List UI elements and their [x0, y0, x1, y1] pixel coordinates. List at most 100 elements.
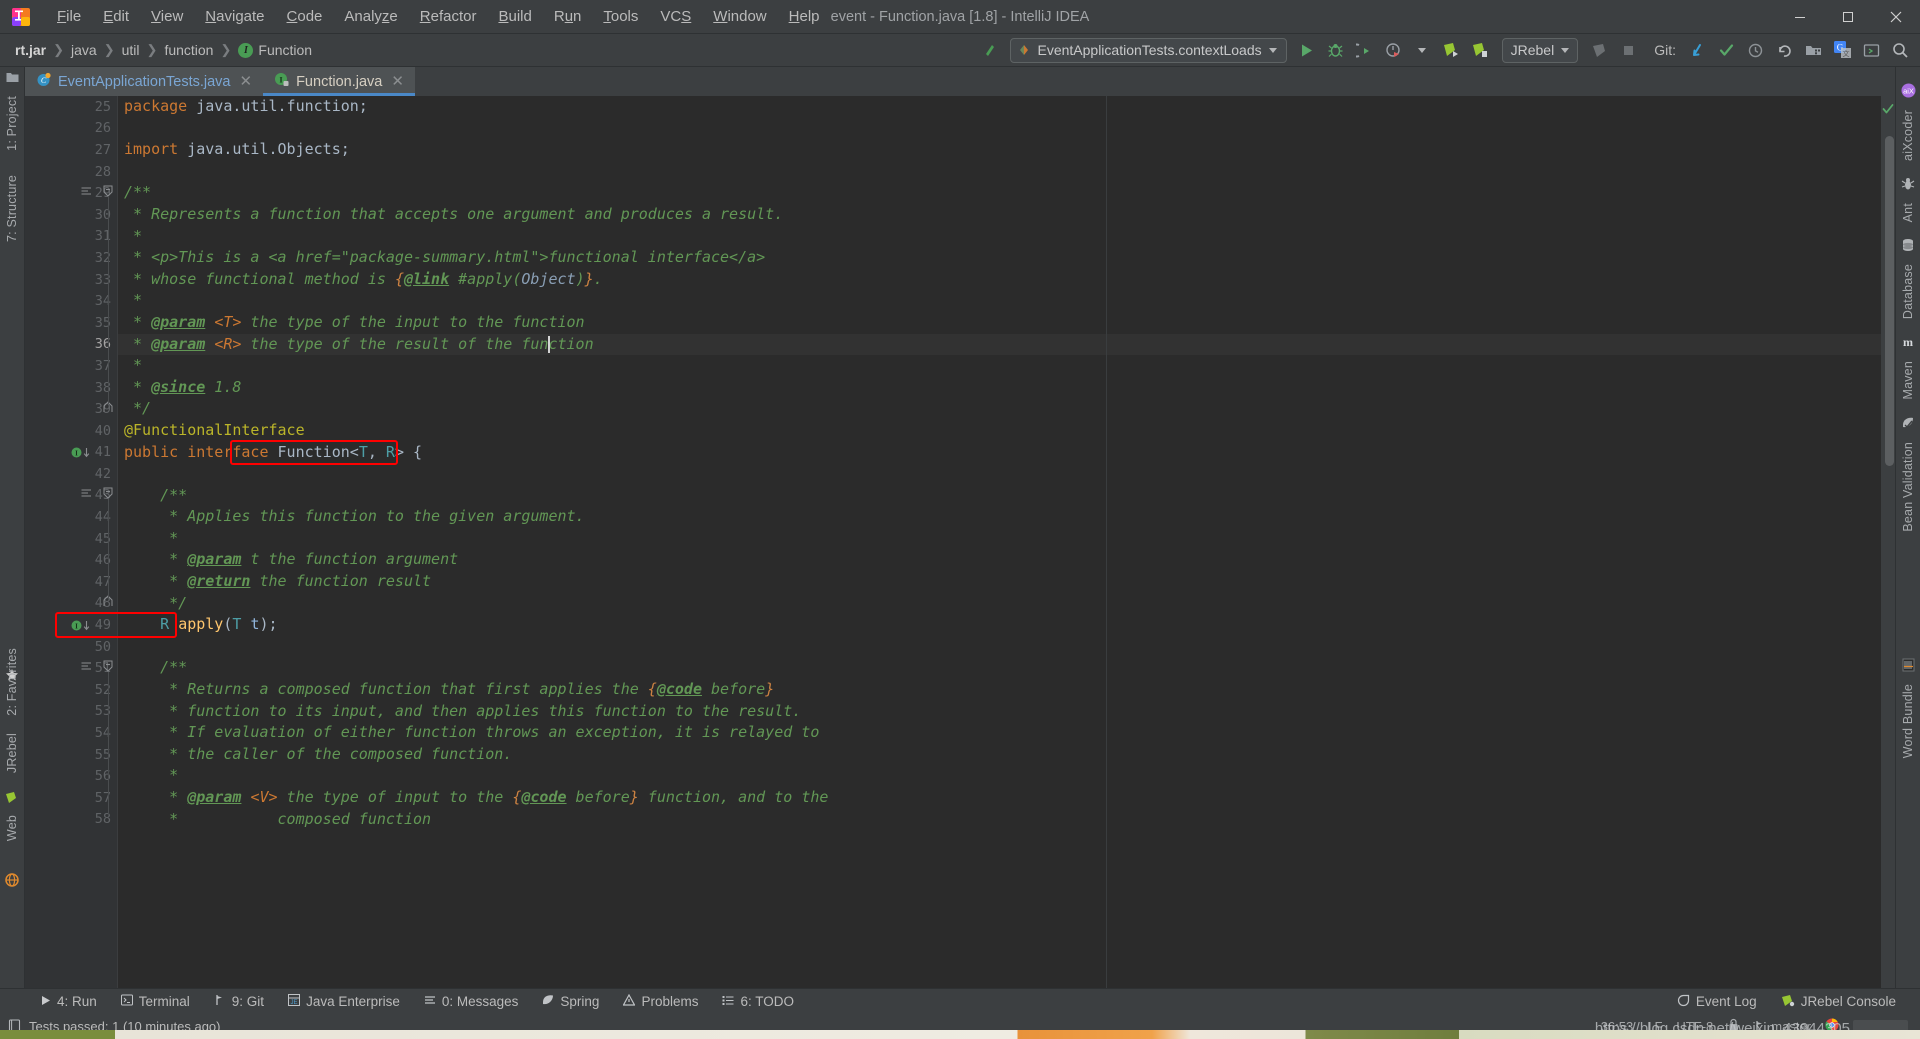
sidebar-item-project[interactable]: 1: Project	[5, 90, 19, 157]
breadcrumb-item-util[interactable]: util	[117, 40, 145, 60]
gutter-line[interactable]: 52	[25, 679, 117, 701]
gutter-line[interactable]: 41 I	[25, 442, 117, 464]
gutter-line[interactable]: 46	[25, 549, 117, 571]
tab-function-java[interactable]: I Function.java ✕	[263, 67, 415, 96]
sidebar-item-jrebel[interactable]: JRebel	[5, 727, 19, 779]
error-stripe[interactable]	[1881, 96, 1895, 988]
gutter-line[interactable]: 30	[25, 204, 117, 226]
code-line[interactable]: * composed function	[118, 809, 1881, 831]
code-line[interactable]: * @param <T> the type of the input to th…	[118, 312, 1881, 334]
code-line[interactable]: * @param t the function argument	[118, 549, 1881, 571]
gutter-line[interactable]: 25	[25, 96, 117, 118]
code-line[interactable]: R apply(T t);	[118, 614, 1881, 636]
code-line[interactable]: */	[118, 593, 1881, 615]
gutter-line[interactable]: 42	[25, 463, 117, 485]
breadcrumb-item-rtjar[interactable]: rt.jar	[10, 40, 51, 60]
code-line[interactable]: *	[118, 226, 1881, 248]
gutter-line[interactable]: 37	[25, 355, 117, 377]
code-line[interactable]: *	[118, 765, 1881, 787]
gutter-line[interactable]: 48	[25, 593, 117, 615]
run-icon[interactable]	[1293, 37, 1320, 64]
git-commit-icon[interactable]	[1713, 37, 1740, 64]
gutter-line[interactable]: 53	[25, 701, 117, 723]
code-line[interactable]: * @param <V> the type of input to the {@…	[118, 787, 1881, 809]
sidebar-item-aixcoder[interactable]: aiXcoder	[1901, 104, 1915, 167]
code-line[interactable]: */	[118, 398, 1881, 420]
code-line[interactable]	[118, 161, 1881, 183]
gutter-line[interactable]: 39	[25, 398, 117, 420]
code-line[interactable]: * the caller of the composed function.	[118, 744, 1881, 766]
gutter-line[interactable]: 50	[25, 636, 117, 658]
code-line[interactable]: *	[118, 355, 1881, 377]
menu-analyze[interactable]: Analyze	[333, 4, 408, 30]
code-line[interactable]: /**	[118, 182, 1881, 204]
jrebel-disabled-icon[interactable]	[1586, 37, 1613, 64]
jrebel-selector[interactable]: JRebel	[1501, 37, 1579, 63]
gutter-line[interactable]: 47	[25, 571, 117, 593]
breadcrumb-item-class[interactable]: I Function	[233, 40, 317, 60]
code-line[interactable]: package java.util.function;	[118, 96, 1881, 118]
git-update-icon[interactable]	[1684, 37, 1711, 64]
code-line[interactable]: * <p>This is a <a href="package-summary.…	[118, 247, 1881, 269]
gutter-line[interactable]: 43	[25, 485, 117, 507]
project-structure-icon[interactable]	[1800, 37, 1827, 64]
make-project-icon[interactable]	[977, 37, 1004, 64]
sidebar-item-structure[interactable]: 7: Structure	[5, 169, 19, 248]
gutter-line[interactable]: 40	[25, 420, 117, 442]
code-line[interactable]: * whose functional method is {@link #app…	[118, 269, 1881, 291]
sidebar-item-word-bundle[interactable]: Word Bundle	[1901, 678, 1915, 764]
debug-icon[interactable]	[1322, 37, 1349, 64]
git-history-icon[interactable]	[1742, 37, 1769, 64]
code-line[interactable]: * function to its input, and then applie…	[118, 701, 1881, 723]
code-line[interactable]: * Represents a function that accepts one…	[118, 204, 1881, 226]
gutter-line[interactable]: 32	[25, 247, 117, 269]
gutter-line[interactable]: 38	[25, 377, 117, 399]
code-line[interactable]	[118, 118, 1881, 140]
code-line[interactable]: /**	[118, 485, 1881, 507]
gutter-line[interactable]: 28	[25, 161, 117, 183]
sidebar-item-database[interactable]: Database	[1901, 258, 1915, 325]
breadcrumb-item-function[interactable]: function	[159, 40, 218, 60]
google-translate-icon[interactable]: G文	[1829, 37, 1856, 64]
sidebar-item-web[interactable]: Web	[5, 809, 19, 847]
gutter-line[interactable]: 51	[25, 657, 117, 679]
close-icon[interactable]: ✕	[238, 74, 255, 89]
menu-navigate[interactable]: Navigate	[194, 4, 275, 30]
toolwindow-git[interactable]: 9: Git	[202, 992, 276, 1011]
code-line[interactable]: import java.util.Objects;	[118, 139, 1881, 161]
attach-debugger-icon[interactable]	[1351, 37, 1378, 64]
toolwindow-jrebel-console[interactable]: JRebel Console	[1769, 992, 1908, 1012]
toolwindow-java-enterprise[interactable]: JE Java Enterprise	[276, 992, 412, 1011]
code-line[interactable]: * Returns a composed function that first…	[118, 679, 1881, 701]
search-everywhere-icon[interactable]	[1887, 37, 1914, 64]
sidebar-item-favorites[interactable]: 2: Favorites	[5, 642, 19, 722]
menu-file[interactable]: File	[46, 4, 92, 30]
code-line[interactable]: /**	[118, 657, 1881, 679]
toolwindow-spring[interactable]: Spring	[530, 992, 611, 1011]
code-line[interactable]: * Applies this function to the given arg…	[118, 506, 1881, 528]
sidebar-item-bean-validation[interactable]: Bean Validation	[1901, 436, 1915, 538]
sidebar-item-maven[interactable]: Maven	[1901, 355, 1915, 406]
chevron-down-icon[interactable]	[1409, 37, 1436, 64]
vertical-scrollbar[interactable]	[1885, 136, 1894, 466]
gutter-line[interactable]: 33	[25, 269, 117, 291]
code-line[interactable]: * @since 1.8	[118, 377, 1881, 399]
gutter-line[interactable]: 56	[25, 765, 117, 787]
gutter-line[interactable]: 29	[25, 182, 117, 204]
code-line[interactable]: @FunctionalInterface	[118, 420, 1881, 442]
tab-event-application-tests[interactable]: C EventApplicationTests.java ✕	[25, 67, 264, 96]
toolwindow-todo[interactable]: 6: TODO	[710, 992, 806, 1011]
run-with-coverage-icon[interactable]	[1380, 37, 1407, 64]
code-line[interactable]: * @param <R> the type of the result of t…	[118, 333, 1881, 356]
javadoc-render-icon[interactable]	[81, 660, 92, 676]
menu-tools[interactable]: Tools	[592, 4, 649, 30]
toolwindow-run[interactable]: 4: Run	[28, 992, 109, 1011]
code-line[interactable]: * @return the function result	[118, 571, 1881, 593]
gutter-line[interactable]: 44	[25, 506, 117, 528]
code-line[interactable]: *	[118, 290, 1881, 312]
close-icon[interactable]: ✕	[389, 74, 406, 89]
code-line[interactable]: *	[118, 528, 1881, 550]
code-line[interactable]	[118, 463, 1881, 485]
jrebel-run-icon[interactable]	[1438, 37, 1465, 64]
implemented-marker-icon[interactable]: I	[71, 447, 90, 458]
